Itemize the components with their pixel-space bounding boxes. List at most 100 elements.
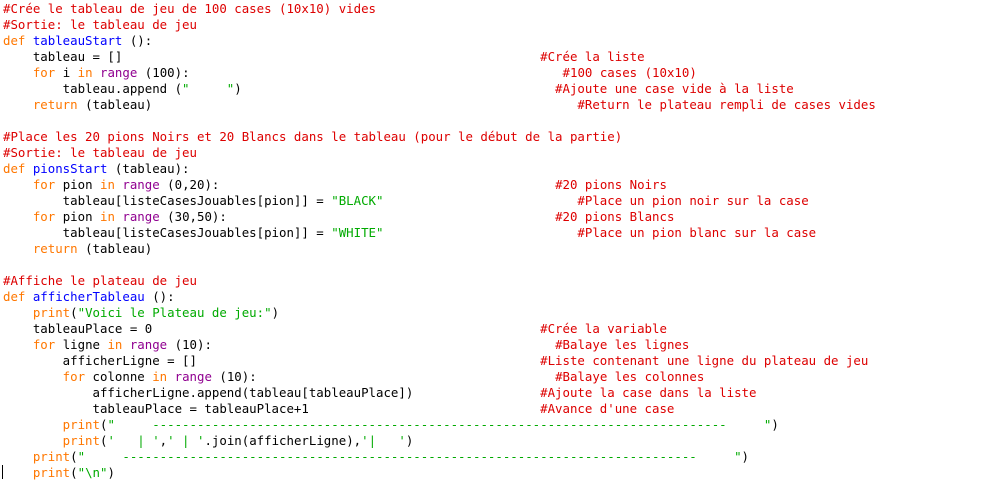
code-line-18[interactable]: #Affiche le plateau de jeu (3, 273, 197, 289)
code-line-24[interactable]: for colonne in range (10): #Balaye les c… (3, 369, 705, 385)
code-keyword: def (3, 161, 33, 176)
code-line-2[interactable]: #Sortie: le tableau de jeu (3, 17, 197, 33)
code-line-1[interactable]: #Crée le tableau de jeu de 100 cases (10… (3, 1, 376, 17)
code-line-13[interactable]: tableau[listeCasesJouables[pion]] = "BLA… (3, 193, 809, 209)
code-string: '| ' (361, 433, 406, 448)
code-comment: #Balaye les lignes (555, 337, 690, 352)
code-line-23[interactable]: afficherLigne = [] #Liste contenant une … (3, 353, 869, 369)
code-comment: #20 pions Blancs (555, 209, 675, 224)
code-keyword: return (3, 241, 86, 256)
code-line-27[interactable]: print(" --------------------------------… (3, 417, 779, 433)
code-keyword: in (100, 177, 123, 192)
code-text: tableau[listeCasesJouables[pion]] = (3, 193, 332, 208)
code-comment: #Affiche le plateau de jeu (3, 273, 197, 288)
code-builtin: range (122, 177, 160, 192)
code-text: ligne (62, 337, 108, 352)
code-keyword: in (107, 337, 130, 352)
code-text: afficherLigne.append(tableau[tableauPlac… (3, 385, 541, 400)
code-line-16[interactable]: return (tableau) (3, 241, 152, 257)
code-text: ( (70, 449, 78, 464)
code-comment: #Crée le tableau de jeu de 100 cases (10… (3, 1, 376, 16)
code-comment: #Ajoute une case vide à la liste (555, 81, 794, 96)
code-string: ' | ' (167, 433, 205, 448)
code-line-25[interactable]: afficherLigne.append(tableau[tableauPlac… (3, 385, 757, 401)
code-comment: #Crée la variable (540, 321, 667, 336)
code-string: "Voici le Plateau de jeu:" (77, 305, 272, 320)
code-string: "\n" (77, 465, 108, 480)
code-line-28[interactable]: print(' | ',' | '.join(afficherLigne),'|… (3, 433, 414, 449)
code-line-26[interactable]: tableauPlace = tableauPlace+1 #Avance d'… (3, 401, 675, 417)
code-line-12[interactable]: for pion in range (0,20): #20 pions Noir… (3, 177, 667, 193)
code-text: (tableau): (107, 161, 190, 176)
code-text: (): (122, 33, 153, 48)
code-line-4[interactable]: tableau = [] #Crée la liste (3, 49, 645, 65)
code-text: (): (144, 289, 175, 304)
code-text: ) (271, 305, 280, 320)
code-keyword: for (3, 369, 93, 384)
code-editor[interactable]: #Crée le tableau de jeu de 100 cases (10… (0, 0, 986, 484)
code-line-21[interactable]: tableauPlace = 0 #Crée la variable (3, 321, 667, 337)
code-line-30[interactable]: print("\n") (3, 465, 115, 481)
code-builtin: range (174, 369, 212, 384)
code-builtin: range (122, 209, 160, 224)
code-keyword: print (3, 465, 71, 480)
code-string: " --------------------------------------… (77, 449, 742, 464)
code-builtin: range (100, 65, 138, 80)
code-keyword: for (3, 209, 63, 224)
code-text: tableau.append ( (3, 81, 183, 96)
code-text: tableau = [] (3, 49, 541, 64)
code-comment: #Return le plateau rempli de cases vides (577, 97, 876, 112)
code-text: (10): (211, 369, 556, 384)
code-comment: #20 pions Noirs (555, 177, 667, 192)
code-text: ) (234, 81, 556, 96)
code-string: " --------------------------------------… (107, 417, 772, 432)
code-line-3[interactable]: def tableauStart (): (3, 33, 152, 49)
code-text: ( (70, 465, 78, 480)
code-line-9[interactable]: #Place les 20 pions Noirs et 20 Blancs d… (3, 129, 622, 145)
code-line-19[interactable]: def afficherTableau (): (3, 289, 175, 305)
code-keyword: print (3, 433, 100, 448)
code-text: ) (107, 465, 115, 480)
code-line-7[interactable]: return (tableau) #Return le plateau remp… (3, 97, 876, 113)
code-line-11[interactable]: def pionsStart (tableau): (3, 161, 190, 177)
code-text: tableauPlace = tableauPlace+1 (3, 401, 541, 416)
code-text: ) (741, 449, 749, 464)
code-keyword: for (3, 337, 63, 352)
code-line-22[interactable]: for ligne in range (10): #Balaye les lig… (3, 337, 690, 353)
code-function-name: tableauStart (32, 33, 123, 48)
code-line-5[interactable]: for i in range (100): #100 cases (10x10) (3, 65, 697, 81)
code-line-29[interactable]: print(" --------------------------------… (3, 449, 749, 465)
code-line-20[interactable]: print("Voici le Plateau de jeu:") (3, 305, 279, 321)
code-line-10[interactable]: #Sortie: le tableau de jeu (3, 145, 197, 161)
code-function-name: pionsStart (32, 161, 108, 176)
code-string: " " (182, 81, 235, 96)
code-keyword: for (3, 177, 63, 192)
code-keyword: in (77, 65, 100, 80)
code-text: i (62, 65, 78, 80)
code-keyword: def (3, 33, 33, 48)
code-comment: #Avance d'une case (540, 401, 675, 416)
code-string: "WHITE" (331, 225, 384, 240)
code-line-15[interactable]: tableau[listeCasesJouables[pion]] = "WHI… (3, 225, 816, 241)
code-line-6[interactable]: tableau.append (" ") #Ajoute une case vi… (3, 81, 794, 97)
code-comment: #Place un pion blanc sur la case (577, 225, 817, 240)
code-text: tableau[listeCasesJouables[pion]] = (3, 225, 332, 240)
code-keyword: in (152, 369, 175, 384)
code-string: "BLACK" (331, 193, 384, 208)
code-text: colonne (92, 369, 153, 384)
code-keyword: for (3, 65, 63, 80)
code-function-name: afficherTableau (32, 289, 145, 304)
code-keyword: print (3, 449, 71, 464)
code-keyword: def (3, 289, 33, 304)
code-text: ) (771, 417, 779, 432)
code-line-14[interactable]: for pion in range (30,50): #20 pions Bla… (3, 209, 675, 225)
code-text: (10): (167, 337, 556, 352)
code-comment: #Crée la liste (540, 49, 645, 64)
code-keyword: print (3, 305, 71, 320)
code-text: pion (62, 209, 100, 224)
code-comment: #Place un pion noir sur la case (577, 193, 809, 208)
code-text: (0,20): (159, 177, 556, 192)
code-text: (30,50): (159, 209, 556, 224)
